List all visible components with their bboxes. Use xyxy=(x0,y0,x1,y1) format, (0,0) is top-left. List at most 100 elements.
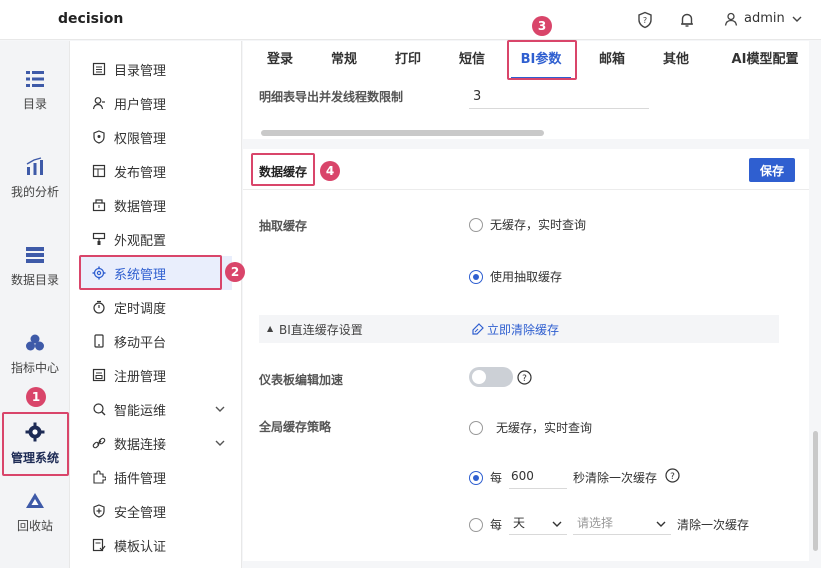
radio-global-no-cache[interactable]: 无缓存，实时查询 xyxy=(469,419,592,436)
security-icon xyxy=(93,504,105,518)
menu-item-template-auth[interactable]: 模板认证 xyxy=(80,528,232,562)
app-logo: decision xyxy=(58,11,124,27)
dashboard-edit-label: 仪表板编辑加速 xyxy=(259,373,344,387)
shield-help-icon[interactable]: ? xyxy=(636,11,654,29)
menu-item-directory[interactable]: 目录管理 xyxy=(80,52,232,86)
tab-general[interactable]: 常规 xyxy=(321,41,367,79)
dashboard-edit-toggle[interactable] xyxy=(469,367,513,387)
radio-circle xyxy=(469,517,483,532)
menu-label: 注册管理 xyxy=(114,369,167,385)
radio-circle xyxy=(469,420,483,435)
icon-rail: 目录 我的分析 数据目录 指标中心 管理系统 回收站 xyxy=(0,41,70,568)
horizontal-scrollbar[interactable] xyxy=(261,130,544,136)
tab-mail[interactable]: 邮箱 xyxy=(589,41,635,79)
radio-label: 使用抽取缓存 xyxy=(490,270,563,284)
radio-use-extract-cache[interactable]: 使用抽取缓存 xyxy=(469,268,562,285)
time-select[interactable]: 请选择 xyxy=(573,511,671,535)
rail-item-recycle[interactable]: 回收站 xyxy=(0,491,70,534)
rail-label: 数据目录 xyxy=(10,273,59,287)
divider xyxy=(243,189,809,190)
menu-item-data[interactable]: 数据管理 xyxy=(80,188,232,222)
seconds-input[interactable]: 600 xyxy=(509,463,567,489)
directory-icon xyxy=(92,62,106,76)
menu-item-security[interactable]: 安全管理 xyxy=(80,494,232,528)
radio-no-cache[interactable]: 无缓存，实时查询 xyxy=(469,216,586,233)
menu-label: 用户管理 xyxy=(114,97,167,113)
extract-cache-label: 抽取缓存 xyxy=(259,219,308,233)
bell-icon[interactable] xyxy=(678,11,696,29)
menu-item-data-connection[interactable]: 数据连接 xyxy=(80,426,232,460)
menu-label: 移动平台 xyxy=(114,335,167,351)
top-bar: decision ? admin xyxy=(0,0,821,40)
chevron-down-icon xyxy=(215,440,225,446)
tab-print[interactable]: 打印 xyxy=(385,41,431,79)
brush-icon xyxy=(92,232,106,245)
radio-circle xyxy=(469,269,483,284)
menu-item-mobile[interactable]: 移动平台 xyxy=(80,324,232,358)
user-icon xyxy=(92,97,105,110)
menu-item-register[interactable]: 注册管理 xyxy=(80,358,232,392)
register-icon xyxy=(92,368,106,382)
menu-label: 插件管理 xyxy=(114,471,167,487)
template-icon xyxy=(92,538,106,552)
rail-item-metrics[interactable]: 指标中心 xyxy=(0,333,70,376)
vertical-scrollbar[interactable] xyxy=(813,431,818,551)
menu-item-smart-ops[interactable]: 智能运维 xyxy=(80,392,232,426)
day-unit-select[interactable]: 天 xyxy=(509,511,567,535)
rail-label: 指标中心 xyxy=(10,361,59,375)
user-name: admin xyxy=(744,11,785,26)
rail-label: 回收站 xyxy=(16,519,53,533)
broom-icon xyxy=(472,323,484,335)
menu-label: 智能运维 xyxy=(114,403,167,419)
help-icon[interactable]: ? xyxy=(665,468,680,483)
database-icon xyxy=(92,199,106,212)
highlight-box xyxy=(507,40,577,80)
tab-login[interactable]: 登录 xyxy=(257,41,303,79)
svg-text:?: ? xyxy=(670,472,675,482)
menu-item-permissions[interactable]: 权限管理 xyxy=(80,120,232,154)
menu-item-schedule[interactable]: 定时调度 xyxy=(80,290,232,324)
rail-label: 目录 xyxy=(22,97,47,111)
menu-item-appearance[interactable]: 外观配置 xyxy=(80,222,232,256)
menu-label: 数据管理 xyxy=(114,199,167,215)
catalog-icon xyxy=(26,71,44,87)
menu-label: 定时调度 xyxy=(114,301,167,317)
tab-ai-model[interactable]: AI模型配置 xyxy=(721,41,809,79)
radio-every-seconds[interactable]: 每 xyxy=(469,469,502,486)
collapse-triangle-icon: ▲ xyxy=(267,324,274,333)
day-unit-value: 天 xyxy=(513,516,526,530)
help-icon[interactable]: ? xyxy=(517,370,532,385)
tab-sms[interactable]: 短信 xyxy=(449,41,495,79)
menu-label: 数据连接 xyxy=(114,437,167,453)
tab-other[interactable]: 其他 xyxy=(653,41,699,79)
bi-direct-cache-bar[interactable]: ▲ BI直连缓存设置 立即清除缓存 xyxy=(259,315,779,343)
menu-item-publish[interactable]: 发布管理 xyxy=(80,154,232,188)
user-menu[interactable]: admin xyxy=(724,11,803,26)
radio-every-day[interactable]: 每 xyxy=(469,516,502,533)
step-badge: 1 xyxy=(26,387,46,407)
main-content: 登录 常规 打印 短信 BI参数 邮箱 其他 AI模型配置 明细表导出并发线程数… xyxy=(243,41,821,568)
recycle-icon xyxy=(26,493,44,508)
rail-label: 我的分析 xyxy=(10,185,59,199)
radio-label: 每 xyxy=(490,518,503,532)
radio-circle xyxy=(469,217,483,232)
detail-export-input[interactable]: 3 xyxy=(469,85,649,109)
radio-label: 无缓存，实时查询 xyxy=(490,218,587,232)
rail-item-my-analysis[interactable]: 我的分析 xyxy=(0,157,70,200)
user-icon xyxy=(724,12,738,26)
chevron-down-icon xyxy=(552,521,562,527)
save-button[interactable]: 保存 xyxy=(749,158,795,182)
rail-item-data-catalog[interactable]: 数据目录 xyxy=(0,245,70,288)
admin-menu: 目录管理 用户管理 权限管理 发布管理 数据管理 外观配置 系统管理 定时调度 … xyxy=(70,41,242,568)
menu-label: 外观配置 xyxy=(114,233,167,249)
menu-item-plugins[interactable]: 插件管理 xyxy=(80,460,232,494)
data-catalog-icon xyxy=(26,247,44,263)
rail-item-catalog[interactable]: 目录 xyxy=(0,69,70,112)
menu-item-users[interactable]: 用户管理 xyxy=(80,86,232,120)
menu-label: 发布管理 xyxy=(114,165,167,181)
radio-label: 无缓存，实时查询 xyxy=(496,421,593,435)
chevron-down-icon xyxy=(215,406,225,412)
clear-cache-link[interactable]: 立即清除缓存 xyxy=(471,321,559,338)
menu-label: 目录管理 xyxy=(114,63,167,79)
bi-direct-cache-label: BI直连缓存设置 xyxy=(279,323,363,337)
